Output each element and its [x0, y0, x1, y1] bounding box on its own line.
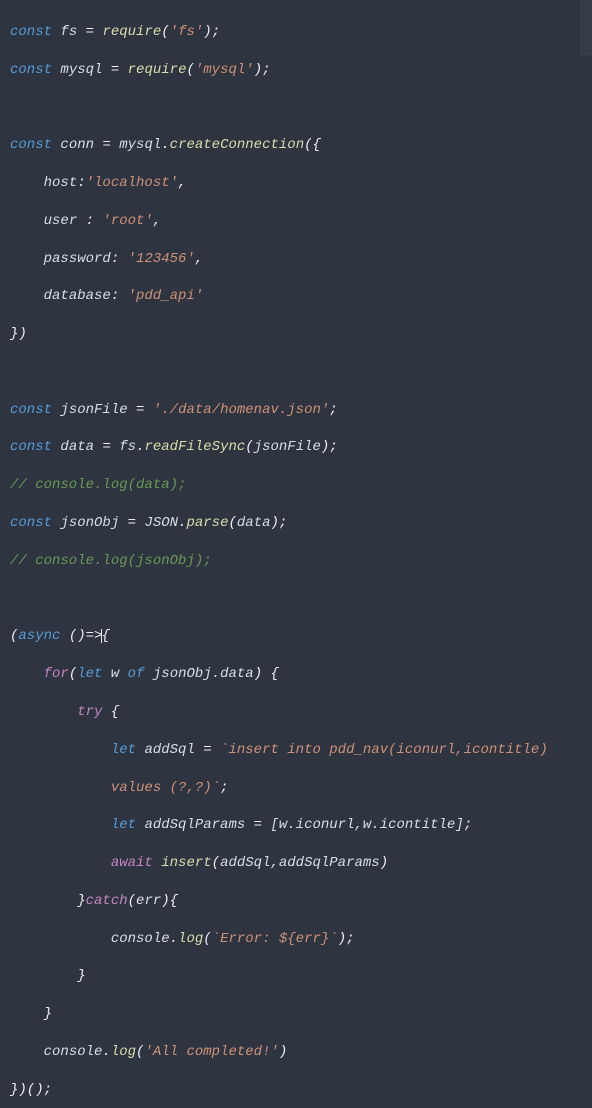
code-line: })();	[10, 1081, 592, 1100]
code-line: })	[10, 325, 592, 344]
code-line	[10, 98, 592, 117]
code-line: database: 'pdd_api'	[10, 287, 592, 306]
code-line: const data = fs.readFileSync(jsonFile);	[10, 438, 592, 457]
code-line: // console.log(data);	[10, 476, 592, 495]
code-line: const mysql = require('mysql');	[10, 61, 592, 80]
code-line: user : 'root',	[10, 212, 592, 231]
code-line: const jsonObj = JSON.parse(data);	[10, 514, 592, 533]
code-line: password: '123456',	[10, 250, 592, 269]
code-line	[10, 590, 592, 609]
code-line: const jsonFile = './data/homenav.json';	[10, 401, 592, 420]
code-line: }catch(err){	[10, 892, 592, 911]
code-line: let addSql = `insert into pdd_nav(iconur…	[10, 741, 592, 760]
code-line: values (?,?)`;	[10, 779, 592, 798]
code-line: }	[10, 967, 592, 986]
code-line: console.log('All completed!')	[10, 1043, 592, 1062]
code-line: (async ()=>{	[10, 627, 592, 646]
code-editor[interactable]: const fs = require('fs'); const mysql = …	[0, 0, 592, 1108]
code-line: const conn = mysql.createConnection({	[10, 136, 592, 155]
code-line: host:'localhost',	[10, 174, 592, 193]
code-line: try {	[10, 703, 592, 722]
code-line: }	[10, 1005, 592, 1024]
code-line	[10, 363, 592, 382]
code-line: await insert(addSql,addSqlParams)	[10, 854, 592, 873]
code-line: const fs = require('fs');	[10, 23, 592, 42]
code-line: let addSqlParams = [w.iconurl,w.icontitl…	[10, 816, 592, 835]
minimap[interactable]	[580, 0, 592, 554]
code-line: console.log(`Error: ${err}`);	[10, 930, 592, 949]
code-line: // console.log(jsonObj);	[10, 552, 592, 571]
code-line: for(let w of jsonObj.data) {	[10, 665, 592, 684]
